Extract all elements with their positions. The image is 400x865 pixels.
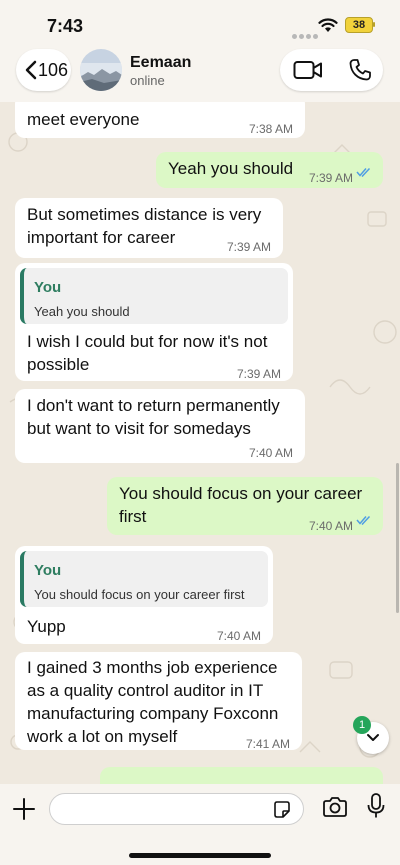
message-list[interactable]: meet everyone 7:38 AM Yeah you should 7:… <box>0 102 400 784</box>
message-text-line: I wish I could but for now it's not <box>27 332 268 351</box>
message-text-line: But sometimes distance is very <box>27 205 262 224</box>
message-text-line: work a lot on myself <box>27 727 178 746</box>
message-bubble-incoming[interactable]: But sometimes distance is very important… <box>15 198 283 258</box>
quoted-reply[interactable]: You You should focus on your career firs… <box>20 551 268 607</box>
camera-icon[interactable] <box>322 796 348 818</box>
message-time: 7:40 AM <box>216 629 261 643</box>
plus-icon[interactable] <box>11 796 37 822</box>
message-bubble-incoming[interactable]: You You should focus on your career firs… <box>15 546 273 644</box>
status-bar: 7:43 38 <box>0 0 400 44</box>
message-text: Yupp <box>27 617 66 636</box>
back-button[interactable]: 106 <box>16 49 71 91</box>
phone-icon[interactable] <box>348 58 372 82</box>
battery-level: 38 <box>352 19 366 31</box>
home-indicator <box>129 853 271 858</box>
message-text-line: I don't want to return permanently <box>27 396 280 415</box>
message-bubble-incoming[interactable]: meet everyone 7:38 AM <box>15 102 305 138</box>
quoted-author: You <box>34 562 62 579</box>
chat-header: 106 Eemaan online <box>0 44 400 102</box>
mic-icon[interactable] <box>367 793 385 819</box>
composer-bar <box>0 784 400 865</box>
message-text-line: but want to visit for somedays <box>27 419 251 438</box>
message-time: 7:39 AM <box>308 171 353 185</box>
double-check-icon <box>356 167 371 177</box>
message-text-line: possible <box>27 355 90 374</box>
quoted-text: Yeah you should <box>34 304 130 319</box>
message-text-line: as a quality control auditor in IT <box>27 681 264 700</box>
message-bubble-outgoing[interactable]: Yeah you should 7:39 AM <box>156 152 383 188</box>
contact-status: online <box>130 73 165 88</box>
sticker-icon[interactable] <box>272 800 292 820</box>
message-bubble-incoming[interactable]: I gained 3 months job experience as a qu… <box>15 652 302 751</box>
message-time: 7:38 AM <box>248 122 293 136</box>
signal-dots-icon <box>292 26 320 44</box>
message-text-line: important for career <box>27 228 176 247</box>
scrollbar[interactable] <box>396 463 399 613</box>
wifi-icon <box>318 18 338 32</box>
message-input[interactable] <box>49 793 304 825</box>
video-call-icon[interactable] <box>293 59 323 81</box>
battery-cap <box>373 22 375 27</box>
message-time: 7:40 AM <box>308 519 353 533</box>
message-text: meet everyone <box>27 110 140 129</box>
unread-chats-count: 106 <box>38 60 69 80</box>
chevron-left-icon <box>25 60 37 80</box>
double-check-icon <box>356 515 371 525</box>
battery-icon: 38 <box>345 17 373 33</box>
message-bubble-outgoing[interactable]: You should focus on your career first 7:… <box>107 477 383 535</box>
quoted-text: You should focus on your career first <box>34 587 245 602</box>
avatar[interactable] <box>80 49 122 91</box>
status-time: 7:43 <box>47 16 84 36</box>
message-time: 7:39 AM <box>226 240 271 254</box>
message-bubble-incoming[interactable]: I don't want to return permanently but w… <box>15 389 305 463</box>
message-time: 7:39 AM <box>236 367 281 381</box>
quoted-author: You <box>34 279 62 296</box>
message-text-line: manufacturing company Foxconn <box>27 704 279 723</box>
message-text-line: You should focus on your career <box>119 484 363 503</box>
message-text-line: I gained 3 months job experience <box>27 658 278 677</box>
message-text: Yeah you should <box>168 159 294 178</box>
message-text-line: first <box>119 507 147 526</box>
message-time: 7:41 AM <box>245 737 290 751</box>
message-time: 7:40 AM <box>248 446 293 460</box>
call-actions <box>280 49 383 91</box>
unread-badge: 1 <box>353 716 371 734</box>
chevron-down-icon <box>367 734 379 741</box>
message-bubble-incoming[interactable]: You Yeah you should I wish I could but f… <box>15 263 293 381</box>
message-bubble-outgoing[interactable] <box>100 767 383 784</box>
contact-name[interactable]: Eemaan <box>130 54 191 72</box>
quoted-reply[interactable]: You Yeah you should <box>20 268 288 324</box>
